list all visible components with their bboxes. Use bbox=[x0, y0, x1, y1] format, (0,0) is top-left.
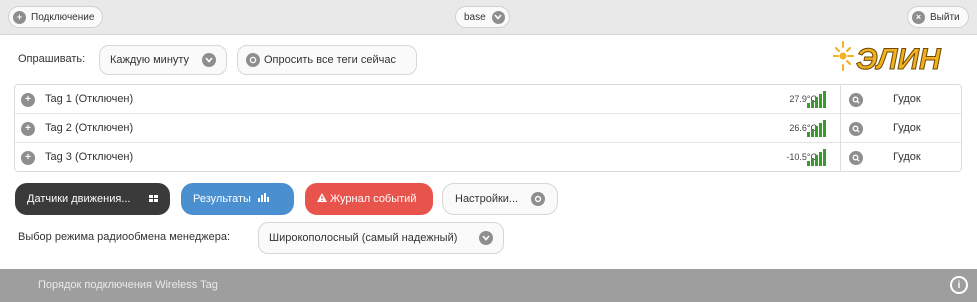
grid-icon bbox=[149, 193, 158, 205]
tag-name: Tag 3 (Отключен) bbox=[45, 151, 134, 163]
search-icon[interactable] bbox=[849, 122, 863, 136]
row-divider bbox=[840, 114, 841, 143]
tag-row[interactable]: + Tag 1 (Отключен) 27.9°C Гудок bbox=[15, 85, 961, 114]
refresh-icon bbox=[246, 53, 260, 67]
radio-mode-select[interactable]: Широкополосный (самый надежный) bbox=[258, 222, 504, 254]
chevron-down-icon bbox=[491, 10, 505, 24]
settings-label: Настройки... bbox=[455, 193, 519, 205]
svg-text:ЭЛИН: ЭЛИН bbox=[856, 43, 942, 76]
poll-all-button[interactable]: Опросить все теги сейчас bbox=[237, 45, 417, 75]
signal-strength-icon bbox=[807, 91, 829, 111]
tag-name: Tag 2 (Отключен) bbox=[45, 122, 134, 134]
base-label: base bbox=[464, 11, 486, 23]
tag-list: + Tag 1 (Отключен) 27.9°C Гудок + Tag 2 … bbox=[14, 84, 962, 172]
poll-label: Опрашивать: bbox=[18, 53, 86, 65]
search-icon[interactable] bbox=[849, 93, 863, 107]
tag-row[interactable]: + Tag 3 (Отключен) -10.5°C Гудок bbox=[15, 143, 961, 172]
search-icon[interactable] bbox=[849, 151, 863, 165]
beep-button[interactable]: Гудок bbox=[893, 151, 921, 163]
connection-guide-title: Порядок подключения Wireless Tag bbox=[38, 279, 218, 291]
signal-strength-icon bbox=[807, 149, 829, 169]
plus-icon: + bbox=[13, 10, 26, 24]
gear-icon bbox=[531, 192, 545, 206]
connect-label: Подключение bbox=[31, 11, 95, 23]
event-log-button[interactable]: Журнал событий bbox=[305, 183, 433, 215]
plus-icon[interactable]: + bbox=[21, 93, 35, 107]
beep-button[interactable]: Гудок bbox=[893, 93, 921, 105]
bar-chart-icon bbox=[257, 193, 269, 205]
connect-button[interactable]: + Подключение bbox=[8, 6, 104, 28]
radio-mode-value: Широкополосный (самый надежный) bbox=[269, 232, 458, 244]
warning-icon bbox=[317, 193, 327, 205]
info-icon[interactable]: i bbox=[950, 276, 968, 294]
plus-icon[interactable]: + bbox=[21, 122, 35, 136]
radio-mode-label: Выбор режима радиообмена менеджера: bbox=[18, 231, 231, 243]
poll-interval-value: Каждую минуту bbox=[110, 54, 190, 66]
top-bar: + Подключение base × Выйти bbox=[0, 0, 977, 35]
plus-icon[interactable]: + bbox=[21, 151, 35, 165]
connection-guide-bar[interactable]: Порядок подключения Wireless Tag i bbox=[0, 269, 977, 302]
tag-name: Tag 1 (Отключен) bbox=[45, 93, 134, 105]
results-label: Результаты bbox=[193, 193, 251, 205]
event-log-label: Журнал событий bbox=[330, 193, 417, 205]
tag-row[interactable]: + Tag 2 (Отключен) 26.6°C Гудок bbox=[15, 114, 961, 143]
row-divider bbox=[840, 143, 841, 172]
chevron-down-icon bbox=[479, 231, 493, 245]
close-icon: × bbox=[912, 10, 925, 24]
logout-label: Выйти bbox=[930, 11, 960, 23]
signal-strength-icon bbox=[807, 120, 829, 140]
poll-interval-select[interactable]: Каждую минуту bbox=[99, 45, 227, 75]
base-selector[interactable]: base bbox=[455, 6, 510, 28]
motion-sensors-label: Датчики движения... bbox=[27, 193, 131, 205]
chevron-down-icon bbox=[202, 53, 216, 67]
brand-logo: ЭЛИН bbox=[832, 38, 973, 77]
settings-button[interactable]: Настройки... bbox=[442, 183, 558, 215]
poll-all-label: Опросить все теги сейчас bbox=[264, 54, 396, 66]
motion-sensors-button[interactable]: Датчики движения... bbox=[15, 183, 170, 215]
row-divider bbox=[840, 85, 841, 114]
results-button[interactable]: Результаты bbox=[181, 183, 294, 215]
beep-button[interactable]: Гудок bbox=[893, 122, 921, 134]
logout-button[interactable]: × Выйти bbox=[907, 6, 969, 28]
